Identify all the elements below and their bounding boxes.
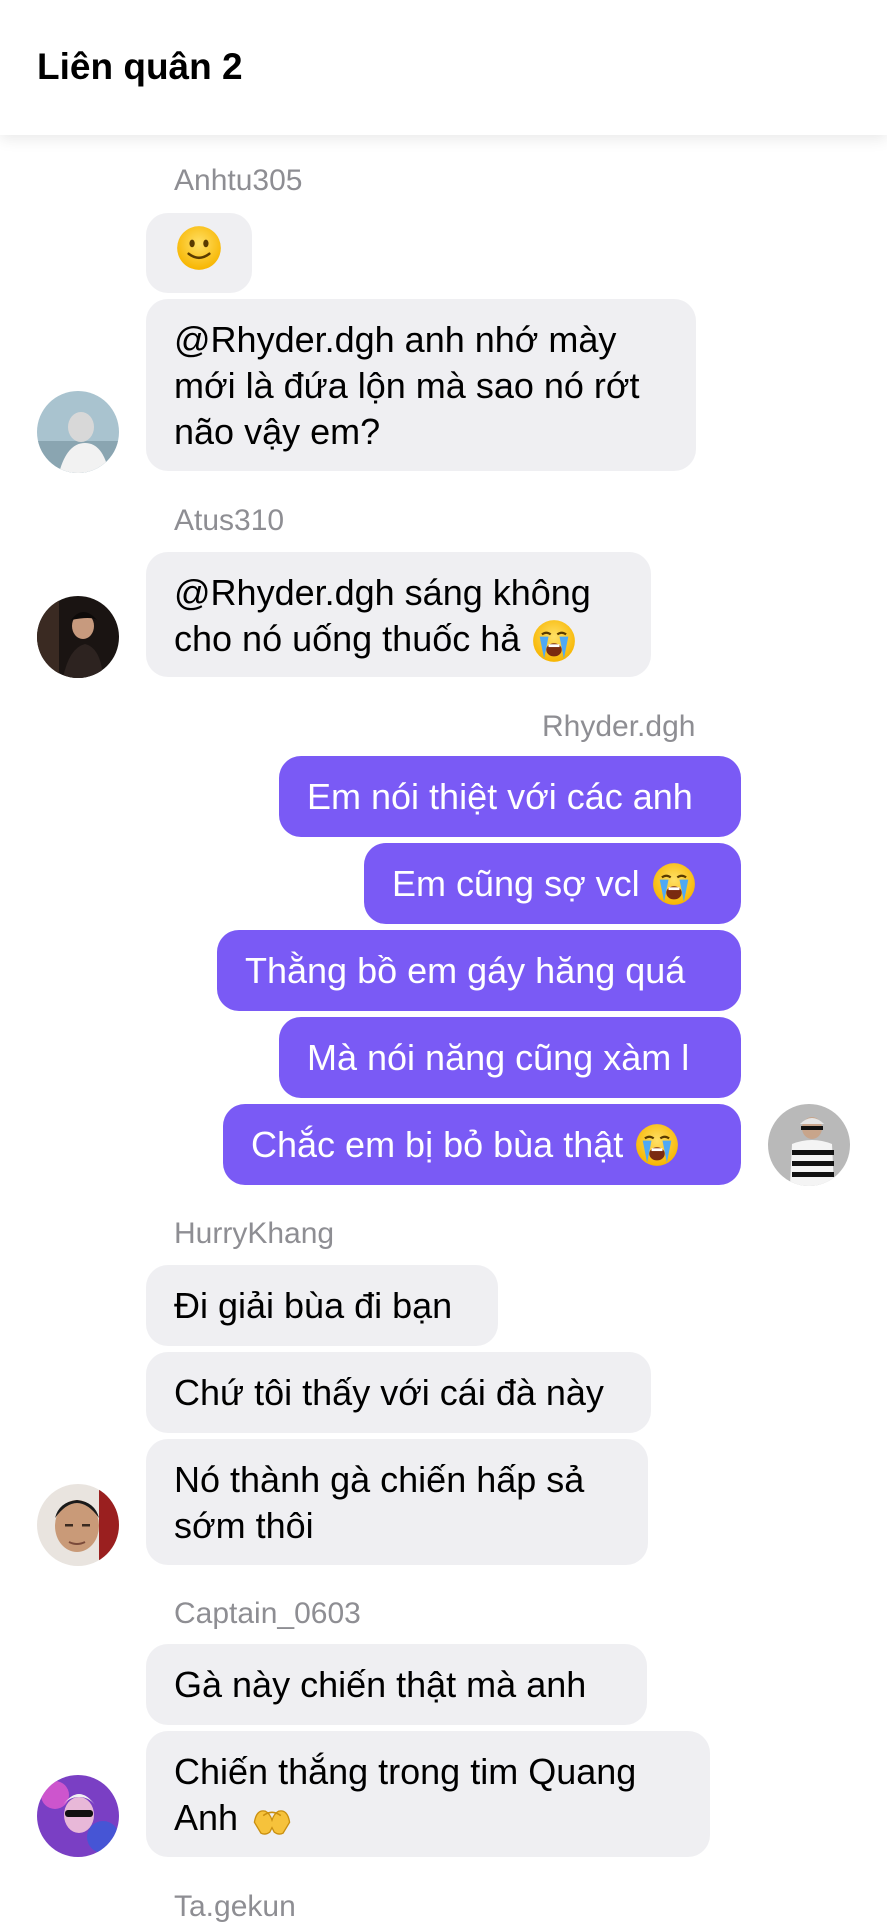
sender-name: HurryKhang (174, 1217, 335, 1250)
slightly-smiling-face-icon (176, 225, 222, 282)
sender-name: Atus310 (174, 504, 285, 537)
loudly-crying-face-icon (532, 619, 576, 663)
avatar[interactable] (37, 1484, 119, 1566)
sender-name: Captain_0603 (174, 1597, 361, 1630)
sender-name: Rhyder.dgh (542, 710, 696, 743)
message-text: Gà này chiến thật mà anh (174, 1663, 587, 1705)
avatar[interactable] (37, 596, 119, 678)
message-text: Em nói thiệt với các anh (307, 775, 693, 817)
avatar[interactable] (768, 1104, 850, 1186)
heart-hands-icon (253, 1810, 291, 1836)
avatar[interactable] (37, 1775, 119, 1857)
message-bubble[interactable] (146, 213, 252, 293)
message-text: Chắc em bị bỏ bùa thật (251, 1123, 624, 1165)
message-text: Chiến thắng trong tim Quang Anh (174, 1749, 682, 1842)
message-text: Nó thành gà chiến hấp sả sớm thôi (174, 1459, 585, 1546)
message-bubble-outgoing[interactable]: Mà nói năng cũng xàm l (279, 1017, 741, 1098)
message-bubble-outgoing[interactable]: Chắc em bị bỏ bùa thật (223, 1104, 741, 1185)
message-bubble[interactable]: Chứ tôi thấy với cái đà này (146, 1352, 651, 1433)
message-text: @Rhyder.dgh anh nhớ mày mới là đứa lộn m… (174, 319, 640, 452)
message-bubble-outgoing[interactable]: Thằng bồ em gáy hăng quá (217, 930, 741, 1011)
message-text: Đi giải bùa đi bạn (174, 1284, 453, 1326)
message-bubble-outgoing[interactable]: Em nói thiệt với các anh (279, 756, 741, 837)
sender-name: Anhtu305 (174, 164, 303, 197)
loudly-crying-face-icon (635, 1123, 679, 1167)
loudly-crying-face-icon (652, 862, 696, 906)
message-text: Mà nói năng cũng xàm l (307, 1036, 690, 1078)
message-bubble[interactable]: Gà này chiến thật mà anh (146, 1644, 647, 1725)
message-bubble-outgoing[interactable]: Em cũng sợ vcl (364, 843, 741, 924)
message-bubble[interactable]: Chiến thắng trong tim Quang Anh (146, 1731, 710, 1857)
message-text: Thằng bồ em gáy hăng quá (245, 949, 686, 991)
chat-header: Liên quân 2 (0, 0, 887, 135)
message-bubble[interactable]: Nó thành gà chiến hấp sả sớm thôi (146, 1439, 648, 1565)
avatar[interactable] (37, 391, 119, 473)
message-bubble[interactable]: Đi giải bùa đi bạn (146, 1265, 498, 1346)
message-text: Em cũng sợ vcl (392, 862, 640, 904)
sender-name: Ta.gekun (174, 1890, 296, 1923)
message-bubble[interactable]: @Rhyder.dgh sáng không cho nó uống thuốc… (146, 552, 651, 677)
message-bubble[interactable]: @Rhyder.dgh anh nhớ mày mới là đứa lộn m… (146, 299, 696, 471)
chat-title[interactable]: Liên quân 2 (37, 46, 243, 88)
message-text: Chứ tôi thấy với cái đà này (174, 1371, 604, 1413)
message-text: @Rhyder.dgh sáng không cho nó uống thuốc… (174, 570, 623, 663)
